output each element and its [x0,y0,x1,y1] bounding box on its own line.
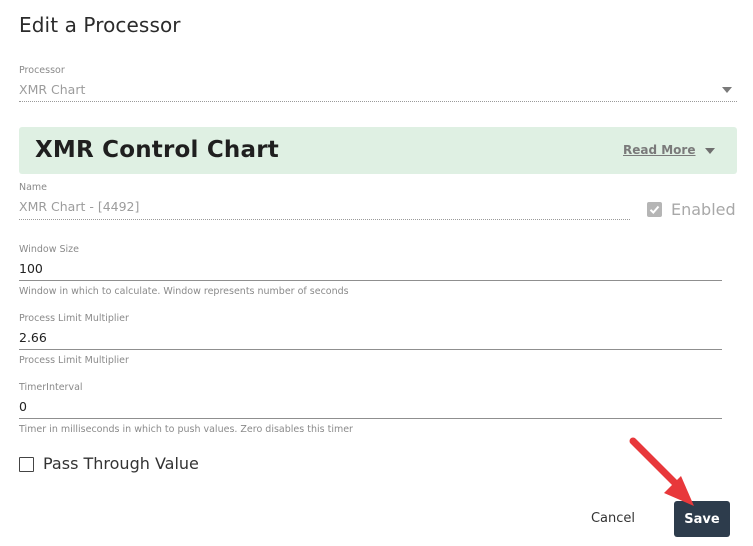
enabled-label: Enabled [671,200,736,219]
processor-label: Processor [19,65,65,76]
pass-through-label[interactable]: Pass Through Value [43,454,199,473]
name-label: Name [19,182,48,193]
process-limit-label: Process Limit Multiplier [19,313,129,324]
window-size-input[interactable]: 100 [19,261,43,276]
processor-select-underline [19,101,737,102]
timer-interval-helper: Timer in milliseconds in which to push v… [19,424,353,435]
banner-title: XMR Control Chart [35,137,279,163]
process-limit-input[interactable]: 2.66 [19,330,47,345]
process-limit-helper: Process Limit Multiplier [19,355,129,366]
cancel-button[interactable]: Cancel [583,503,643,533]
dialog-title: Edit a Processor [19,13,181,37]
window-size-helper: Window in which to calculate. Window rep… [19,286,349,297]
chevron-down-icon[interactable] [705,148,715,154]
timer-interval-underline [19,418,722,419]
name-field: XMR Chart - [4492] [19,199,140,214]
enabled-checkbox[interactable] [647,202,662,217]
timer-interval-input[interactable]: 0 [19,399,27,414]
save-button[interactable]: Save [674,501,730,537]
pass-through-checkbox[interactable] [19,457,34,472]
processor-select-value: XMR Chart [19,82,86,97]
window-size-underline [19,280,722,281]
read-more-link[interactable]: Read More [623,143,696,157]
name-field-underline [19,219,630,220]
process-limit-underline [19,349,722,350]
chevron-down-icon [722,87,732,93]
window-size-label: Window Size [19,244,79,255]
edit-processor-dialog: Edit a Processor Processor XMR Chart XMR… [0,0,753,546]
timer-interval-label: TimerInterval [19,382,83,393]
checkmark-icon [649,205,660,214]
processor-info-banner: XMR Control Chart Read More [19,127,737,174]
